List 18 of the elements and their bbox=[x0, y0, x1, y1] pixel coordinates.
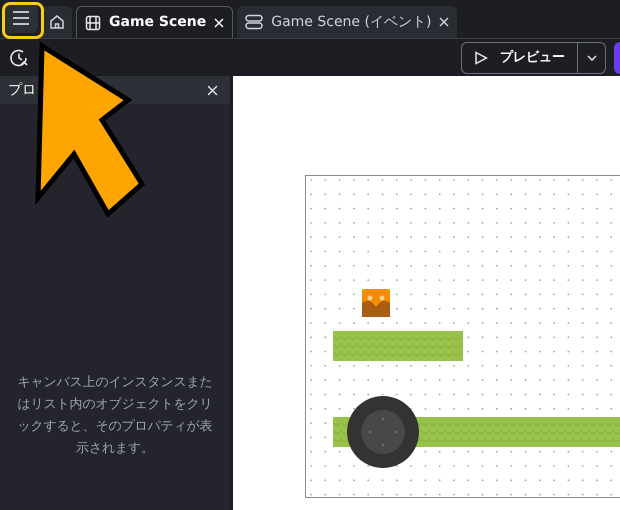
tab[interactable]: Game Scene bbox=[76, 6, 234, 38]
film-icon bbox=[85, 14, 101, 30]
history-icon[interactable] bbox=[8, 46, 30, 68]
tab-label: Game Scene (イベント) bbox=[271, 12, 432, 32]
menu-icon bbox=[12, 11, 30, 25]
panel-title: プロ bbox=[8, 80, 36, 100]
home-icon bbox=[49, 14, 65, 30]
home-tab[interactable] bbox=[42, 6, 72, 38]
panel-hint: キャンバス上のインスタンスまたはリスト内のオブジェクトをクリックすると、そのプロパティが表示されます。 bbox=[16, 374, 214, 458]
rows-icon bbox=[245, 14, 264, 30]
close-icon[interactable] bbox=[439, 17, 450, 27]
menu-button[interactable] bbox=[4, 3, 38, 33]
close-icon[interactable] bbox=[207, 84, 218, 96]
caret-icon bbox=[586, 54, 596, 60]
play-icon bbox=[474, 50, 488, 64]
tab[interactable]: Game Scene (イベント) bbox=[237, 6, 458, 38]
tab-label: Game Scene bbox=[109, 13, 206, 32]
toolbar-button-edge[interactable] bbox=[614, 42, 620, 74]
